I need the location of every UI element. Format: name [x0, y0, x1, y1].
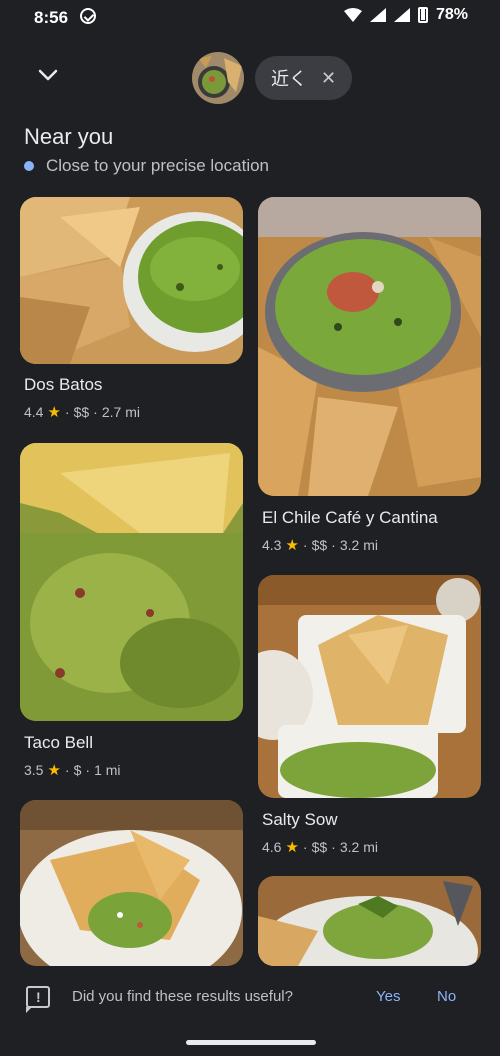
result-meta: 4.3 ★ · $$ · 3.2 mi — [262, 537, 378, 554]
section-subtitle: Close to your precise location — [24, 156, 269, 176]
result-card[interactable]: Taco Bell 3.5 ★ · $ · 1 mi — [20, 443, 243, 783]
feedback-yes-button[interactable]: Yes — [376, 988, 400, 1005]
battery-icon — [417, 7, 428, 23]
result-image[interactable] — [258, 575, 481, 798]
section-subtitle-text: Close to your precise location — [46, 156, 270, 175]
result-name: Salty Sow — [262, 810, 338, 829]
home-indicator[interactable] — [186, 1040, 316, 1045]
result-rating: 4.3 — [262, 537, 282, 553]
location-dot-icon — [24, 161, 34, 171]
status-icons: 78% — [343, 6, 468, 24]
feedback-question: Did you find these results useful? — [72, 988, 293, 1005]
result-distance: 2.7 mi — [101, 404, 140, 420]
result-rating: 4.4 — [24, 404, 44, 420]
result-image[interactable] — [258, 876, 481, 966]
close-icon[interactable]: ✕ — [321, 68, 336, 89]
feedback-icon — [26, 986, 50, 1013]
section-title: Near you — [24, 124, 114, 149]
result-meta: 4.6 ★ · $$ · 3.2 mi — [262, 839, 378, 856]
result-price: $$ — [73, 404, 90, 420]
result-distance: 1 mi — [94, 762, 121, 778]
wifi-icon — [343, 8, 362, 22]
result-image[interactable] — [20, 800, 243, 966]
result-card[interactable]: El Chile Café y Cantina 4.3 ★ · $$ · 3.2… — [258, 197, 481, 562]
result-meta: 3.5 ★ · $ · 1 mi — [24, 762, 121, 779]
filter-chip-label: 近く — [270, 69, 307, 89]
result-price: $$ — [311, 537, 328, 553]
status-bar: 8:56 78% — [0, 0, 500, 36]
result-card[interactable] — [258, 876, 481, 966]
star-icon: ★ — [47, 404, 61, 421]
status-time: 8:56 — [34, 8, 69, 27]
star-icon: ★ — [285, 839, 299, 856]
result-price: $$ — [311, 839, 328, 855]
result-name: Dos Batos — [24, 375, 103, 394]
result-price: $ — [73, 762, 82, 778]
star-icon: ★ — [285, 537, 299, 554]
result-card[interactable] — [20, 800, 243, 966]
result-card[interactable]: Dos Batos 4.4 ★ · $$ · 2.7 mi — [20, 197, 243, 432]
result-name: El Chile Café y Cantina — [262, 508, 438, 527]
result-distance: 3.2 mi — [339, 537, 378, 553]
result-image[interactable] — [20, 443, 243, 721]
signal-roaming-icon — [393, 8, 410, 22]
feedback-no-button[interactable]: No — [437, 988, 456, 1005]
top-row: 近く ✕ — [0, 50, 500, 106]
result-name: Taco Bell — [24, 733, 93, 752]
result-rating: 4.6 — [262, 839, 282, 855]
result-meta: 4.4 ★ · $$ · 2.7 mi — [24, 404, 140, 421]
result-rating: 3.5 — [24, 762, 44, 778]
star-icon: ★ — [47, 762, 61, 779]
result-image[interactable] — [258, 197, 481, 496]
search-image-thumbnail[interactable] — [192, 52, 244, 104]
battery-percent: 78% — [435, 6, 468, 23]
signal-icon — [369, 8, 386, 22]
sync-check-icon — [80, 8, 96, 24]
result-distance: 3.2 mi — [339, 839, 378, 855]
result-card[interactable]: Salty Sow 4.6 ★ · $$ · 3.2 mi — [258, 575, 481, 860]
result-image[interactable] — [20, 197, 243, 364]
chevron-down-icon[interactable] — [36, 63, 60, 87]
filter-chip-nearby[interactable]: 近く ✕ — [255, 56, 352, 100]
